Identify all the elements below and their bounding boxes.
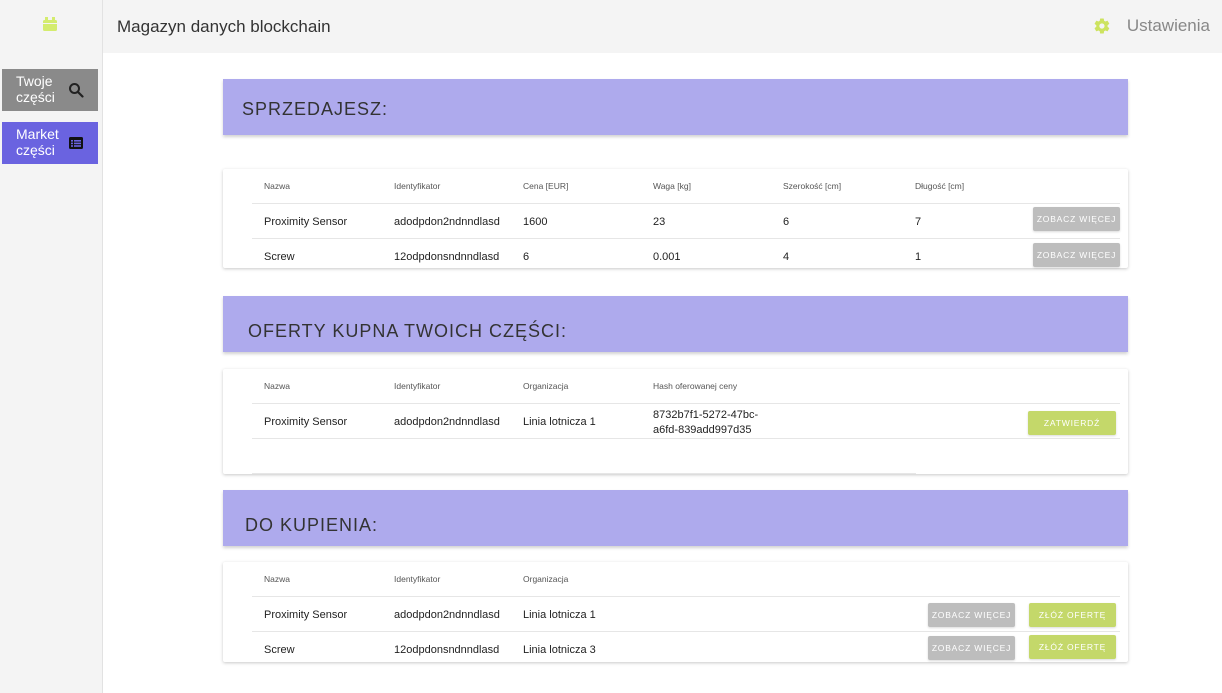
column-header: Waga [kg]: [653, 181, 691, 191]
see-more-button[interactable]: ZOBACZ WIĘCEJ: [1033, 207, 1120, 231]
cell-id: adodpdon2ndnndlasd: [394, 416, 500, 428]
section-title: SPRZEDAJESZ:: [242, 99, 389, 119]
cell-organization: Linia lotnicza 1: [523, 416, 596, 428]
gear-icon: [1094, 18, 1110, 34]
section-title: DO KUPIENIA:: [245, 515, 379, 535]
make-offer-button[interactable]: ZŁÓŻ OFERTĘ: [1029, 603, 1116, 627]
search-icon: [69, 83, 84, 98]
divider: [252, 631, 1120, 632]
cell-price: 6: [523, 251, 530, 263]
column-header: Nazwa: [264, 574, 290, 584]
cell-id: adodpdon2ndnndlasd: [394, 609, 500, 621]
column-header: Nazwa: [264, 181, 290, 191]
column-header: Szerokość [cm]: [783, 181, 842, 191]
selling-table: Nazwa Identyfikator Cena [EUR] Waga [kg]…: [223, 169, 1128, 268]
sidebar: Twoje części Market części: [0, 0, 103, 693]
column-header: Identyfikator: [394, 181, 441, 191]
offers-table: Nazwa Identyfikator Organizacja Hash ofe…: [223, 369, 1128, 474]
top-bar: Magazyn danych blockchain Ustawienia: [103, 0, 1222, 53]
cell-length: 7: [915, 216, 922, 228]
column-header: Identyfikator: [394, 574, 441, 584]
cell-length: 1: [915, 251, 922, 263]
settings-button[interactable]: Ustawienia: [1093, 16, 1210, 36]
divider: [252, 438, 1120, 439]
cell-name: Proximity Sensor: [264, 609, 348, 621]
section-title: OFERTY KUPNA TWOICH CZĘŚCI:: [248, 321, 568, 341]
offers-section-header: OFERTY KUPNA TWOICH CZĘŚCI:: [223, 296, 1128, 352]
settings-label: Ustawienia: [1126, 16, 1210, 35]
divider: [252, 403, 1120, 404]
sidebar-item-your-parts[interactable]: Twoje części: [2, 69, 98, 111]
cell-width: 6: [783, 216, 790, 228]
cell-name: Screw: [264, 644, 295, 656]
cell-hash: 8732b7f1-5272-47bc- a6fd-839add997d35: [653, 408, 758, 438]
sidebar-item-label: Twoje części: [16, 73, 55, 105]
logo-icon: [43, 17, 57, 31]
column-header: Nazwa: [264, 381, 290, 391]
column-header: Hash oferowanej ceny: [653, 381, 738, 391]
column-header: Długość [cm]: [915, 181, 965, 191]
app-title: Magazyn danych blockchain: [117, 17, 331, 36]
cell-name: Proximity Sensor: [264, 416, 348, 428]
see-more-button[interactable]: ZOBACZ WIĘCEJ: [928, 603, 1015, 627]
column-header: Identyfikator: [394, 381, 441, 391]
selling-section-header: SPRZEDAJESZ:: [223, 79, 1128, 135]
sidebar-item-parts-market[interactable]: Market części: [2, 122, 98, 164]
cell-weight: 0.001: [653, 251, 681, 263]
buy-table: Nazwa Identyfikator Organizacja Proximit…: [223, 562, 1128, 662]
make-offer-button[interactable]: ZŁÓŻ OFERTĘ: [1029, 635, 1116, 659]
hash-line: a6fd-839add997d35: [653, 424, 752, 436]
sidebar-item-label: Market części: [16, 126, 59, 158]
cell-weight: 23: [653, 216, 666, 228]
cell-price: 1600: [523, 216, 548, 228]
cell-id: adodpdon2ndnndlasd: [394, 216, 500, 228]
see-more-button[interactable]: ZOBACZ WIĘCEJ: [1033, 243, 1120, 267]
approve-button[interactable]: ZATWIERDŹ: [1028, 411, 1116, 435]
list-icon: [69, 137, 83, 149]
column-header: Organizacja: [523, 381, 569, 391]
cell-name: Screw: [264, 251, 295, 263]
divider: [252, 596, 1120, 597]
cell-id: 12odpdonsndnndlasd: [394, 251, 500, 263]
divider: [252, 473, 916, 474]
divider: [252, 238, 1120, 239]
cell-id: 12odpdonsndnndlasd: [394, 644, 500, 656]
buy-section-header: DO KUPIENIA:: [223, 490, 1128, 546]
see-more-button[interactable]: ZOBACZ WIĘCEJ: [928, 636, 1015, 660]
cell-name: Proximity Sensor: [264, 216, 348, 228]
cell-organization: Linia lotnicza 1: [523, 609, 596, 621]
cell-width: 4: [783, 251, 790, 263]
column-header: Organizacja: [523, 574, 569, 584]
hash-line: 8732b7f1-5272-47bc-: [653, 409, 759, 421]
column-header: Cena [EUR]: [523, 181, 569, 191]
cell-organization: Linia lotnicza 3: [523, 644, 596, 656]
divider: [252, 203, 1120, 204]
